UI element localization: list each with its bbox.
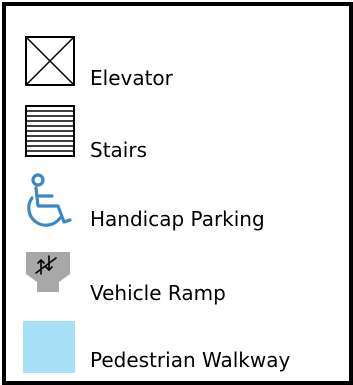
legend-label-pedestrian-walkway: Pedestrian Walkway — [90, 348, 291, 372]
vehicle-ramp-icon — [26, 252, 70, 292]
legend-label-stairs: Stairs — [90, 138, 147, 162]
legend-label-vehicle-ramp: Vehicle Ramp — [90, 281, 226, 305]
legend-item-vehicle-ramp: Vehicle Ramp — [6, 252, 349, 312]
legend-item-pedestrian-walkway: Pedestrian Walkway — [6, 318, 349, 378]
legend-item-handicap-parking: Handicap Parking — [6, 172, 349, 232]
legend-label-elevator: Elevator — [90, 66, 173, 90]
elevator-icon — [25, 36, 75, 86]
legend-item-elevator: Elevator — [6, 34, 349, 94]
handicap-parking-icon — [22, 172, 82, 232]
legend-label-handicap-parking: Handicap Parking — [90, 207, 265, 231]
legend-item-stairs: Stairs — [6, 105, 349, 165]
stairs-icon — [25, 105, 75, 157]
pedestrian-walkway-swatch — [23, 321, 75, 373]
map-legend: Elevator Stairs Handicap Parking Vehicle… — [2, 2, 353, 385]
